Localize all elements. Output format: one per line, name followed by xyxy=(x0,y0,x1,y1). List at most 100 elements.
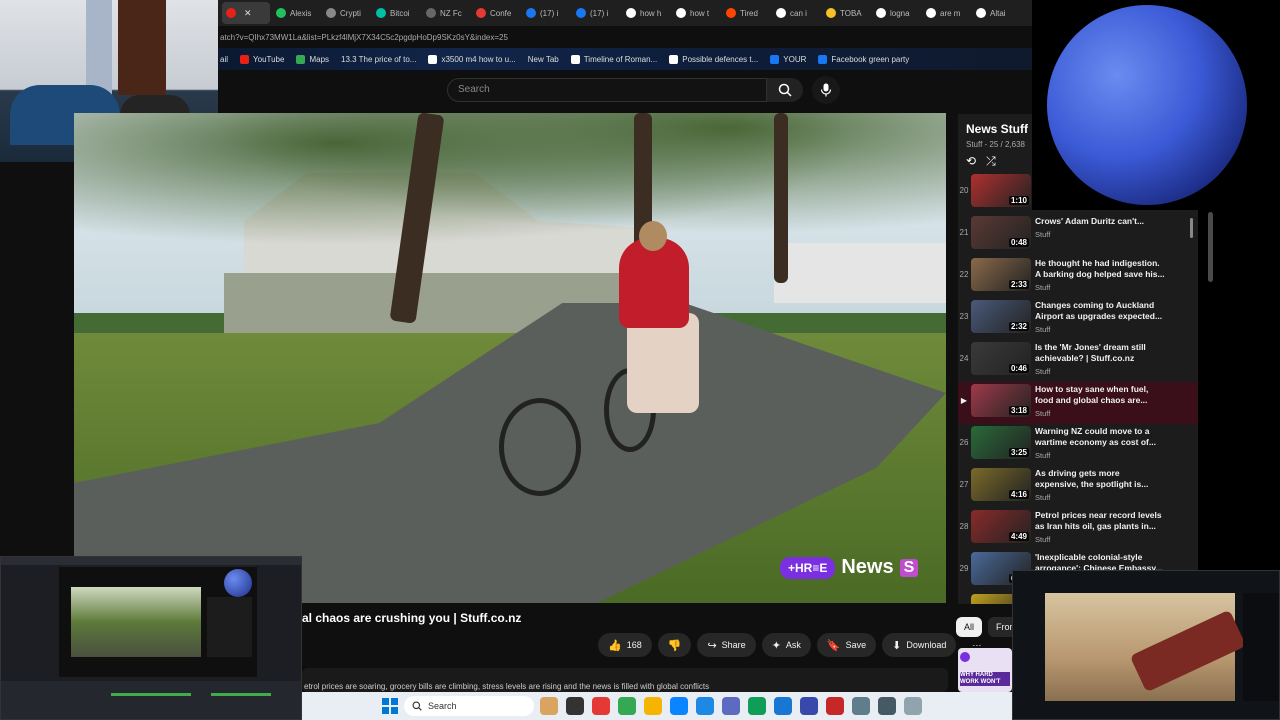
browser-tab[interactable]: Alexis xyxy=(272,2,320,24)
browser-tab[interactable]: ✕ xyxy=(222,2,270,24)
browser-tab[interactable]: (17) i xyxy=(522,2,570,24)
taskbar-app-icon[interactable] xyxy=(852,697,870,715)
dislike-button[interactable]: 👎 xyxy=(657,633,692,657)
browser-tab[interactable]: how h xyxy=(622,2,670,24)
playlist-item[interactable]: 21 0:48 Crows' Adam Duritz can't... Stuff xyxy=(958,214,1198,256)
browser-tab[interactable]: (17) i xyxy=(572,2,620,24)
bookmark-item[interactable]: 13.3 The price of to... xyxy=(341,55,416,64)
taskbar-search[interactable]: Search xyxy=(404,696,534,716)
browser-tab[interactable]: Crypti xyxy=(322,2,370,24)
close-tab-icon[interactable]: ✕ xyxy=(244,8,252,19)
shuffle-icon[interactable]: ⤮ xyxy=(986,154,996,169)
bicycle-wheel xyxy=(499,398,581,496)
video-description[interactable]: etrol prices are soaring, grocery bills … xyxy=(302,668,948,692)
tab-favicon xyxy=(876,8,886,18)
playlist-header: News Stuff Stuff - 25 / 2,638 xyxy=(966,122,1028,149)
bookmark-item[interactable]: New Tab xyxy=(528,55,559,64)
video-player[interactable]: +HR≡E News S xyxy=(74,113,946,603)
taskbar-app-icon[interactable] xyxy=(904,697,922,715)
browser-tab[interactable]: Altai xyxy=(972,2,1020,24)
taskbar-app-icon[interactable] xyxy=(878,697,896,715)
playlist-thumbnail[interactable]: 0:48 xyxy=(971,216,1031,249)
playlist-thumbnail[interactable]: 3:18 xyxy=(971,384,1031,417)
ask-button[interactable]: ✦ Ask xyxy=(761,633,811,657)
obs-preview-neptune xyxy=(224,569,252,597)
playlist-index: 24 xyxy=(959,354,969,363)
playlist-thumbnail[interactable]: 4:16 xyxy=(971,468,1031,501)
playlist-thumbnail[interactable]: 3:25 xyxy=(971,426,1031,459)
playlist-item[interactable]: 26 3:25 Warning NZ could move to a wartime… xyxy=(958,424,1198,466)
bookmark-item[interactable]: x3500 m4 how to u... xyxy=(428,54,516,64)
playlist-thumbnail[interactable]: 2:33 xyxy=(971,258,1031,291)
bookmark-favicon xyxy=(770,54,780,64)
playlist-thumbnail[interactable]: 1:10 xyxy=(971,174,1031,207)
search-input[interactable]: Search xyxy=(447,78,767,102)
playlist-scrollbar[interactable] xyxy=(1190,218,1193,238)
taskbar-app-icon[interactable] xyxy=(774,697,792,715)
page-scrollbar[interactable] xyxy=(1208,212,1213,282)
taskbar-search-label: Search xyxy=(428,701,457,711)
bookmark-item[interactable]: Possible defences t... xyxy=(669,54,758,64)
taskbar-app-icon[interactable] xyxy=(644,697,662,715)
browser-tab[interactable]: Tired xyxy=(722,2,770,24)
video-tree xyxy=(774,113,788,283)
voice-search-button[interactable] xyxy=(812,76,840,104)
chip-all[interactable]: All xyxy=(956,617,983,637)
bookmark-item[interactable]: Facebook green party xyxy=(818,54,909,64)
playlist-item-channel: Stuff xyxy=(1035,283,1051,292)
ask-label: Ask xyxy=(785,640,801,650)
download-button[interactable]: ⬇ Download xyxy=(882,633,957,657)
browser-tab[interactable]: how t xyxy=(672,2,720,24)
playlist-thumbnail[interactable]: 2:32 xyxy=(971,300,1031,333)
address-bar[interactable]: atch?v=QIhx73MW1La&list=PLkzf4lMjX7X34C5… xyxy=(218,28,1032,48)
taskbar-app-icon[interactable] xyxy=(566,697,584,715)
share-button[interactable]: ↪ Share xyxy=(697,633,756,657)
bookmark-item[interactable]: ail xyxy=(220,55,228,64)
bookmark-item[interactable]: Maps xyxy=(296,54,329,64)
playlist-item[interactable]: 23 2:32 Changes coming to Auckland Airport… xyxy=(958,298,1198,340)
playlist-item[interactable]: 27 4:16 As driving gets more expensive, th… xyxy=(958,466,1198,508)
browser-tab[interactable]: are m xyxy=(922,2,970,24)
playlist-item[interactable]: 22 2:33 He thought he had indigestion. A b… xyxy=(958,256,1198,298)
playlist-thumbnail[interactable]: 4:49 xyxy=(971,510,1031,543)
playlist-item-text: Petrol prices near record levels as Iran… xyxy=(1035,510,1165,545)
search-button[interactable] xyxy=(767,78,803,102)
ad-thumbnail[interactable]: WHY HARD WORK WON'T xyxy=(958,648,1012,692)
taskbar-app-icon[interactable] xyxy=(618,697,636,715)
taskbar-app-icon[interactable] xyxy=(540,697,558,715)
like-button[interactable]: 👍 168 xyxy=(598,633,652,657)
taskbar-app-icon[interactable] xyxy=(826,697,844,715)
playlist-item-current[interactable]: ▶ 3:18 How to stay sane when fuel, food an… xyxy=(958,382,1198,424)
taskbar-app-icon[interactable] xyxy=(592,697,610,715)
save-button[interactable]: 🔖 Save xyxy=(816,633,877,657)
bookmark-item[interactable]: Timeline of Roman... xyxy=(570,54,657,64)
browser-tab[interactable]: TOBA xyxy=(822,2,870,24)
playlist-item[interactable]: 24 0:46 Is the 'Mr Jones' dream still achi… xyxy=(958,340,1198,382)
bookmark-item[interactable]: YOUR xyxy=(770,54,806,64)
playlist-item[interactable]: 28 4:49 Petrol prices near record levels a… xyxy=(958,508,1198,550)
windows-start-icon[interactable] xyxy=(382,698,398,714)
ad-badge xyxy=(960,652,970,662)
obs-preview xyxy=(59,567,257,677)
thumbs-down-icon: 👎 xyxy=(667,639,682,652)
bookmark-item[interactable]: YouTube xyxy=(240,54,284,64)
save-label: Save xyxy=(845,640,867,650)
tab-label: how h xyxy=(640,8,662,18)
playlist-title[interactable]: News Stuff xyxy=(966,122,1028,136)
taskbar-app-icon[interactable] xyxy=(722,697,740,715)
taskbar-app-icon[interactable] xyxy=(748,697,766,715)
taskbar-app-icon[interactable] xyxy=(800,697,818,715)
taskbar-app-icon[interactable] xyxy=(670,697,688,715)
webcam-door xyxy=(118,0,166,95)
browser-tab[interactable]: can i xyxy=(772,2,820,24)
browser-tab[interactable]: logna xyxy=(872,2,920,24)
bookmark-label: x3500 m4 how to u... xyxy=(441,54,516,64)
browser-tab[interactable]: NZ Fc xyxy=(422,2,470,24)
taskbar-app-icon[interactable] xyxy=(696,697,714,715)
browser-tab[interactable]: Bitcoi xyxy=(372,2,420,24)
playlist-thumbnail[interactable]: 0:46 xyxy=(971,342,1031,375)
loop-icon[interactable]: ⟲ xyxy=(966,154,976,169)
tab-favicon xyxy=(976,8,986,18)
now-playing-icon: ▶ xyxy=(960,396,968,405)
browser-tab[interactable]: Confe xyxy=(472,2,520,24)
